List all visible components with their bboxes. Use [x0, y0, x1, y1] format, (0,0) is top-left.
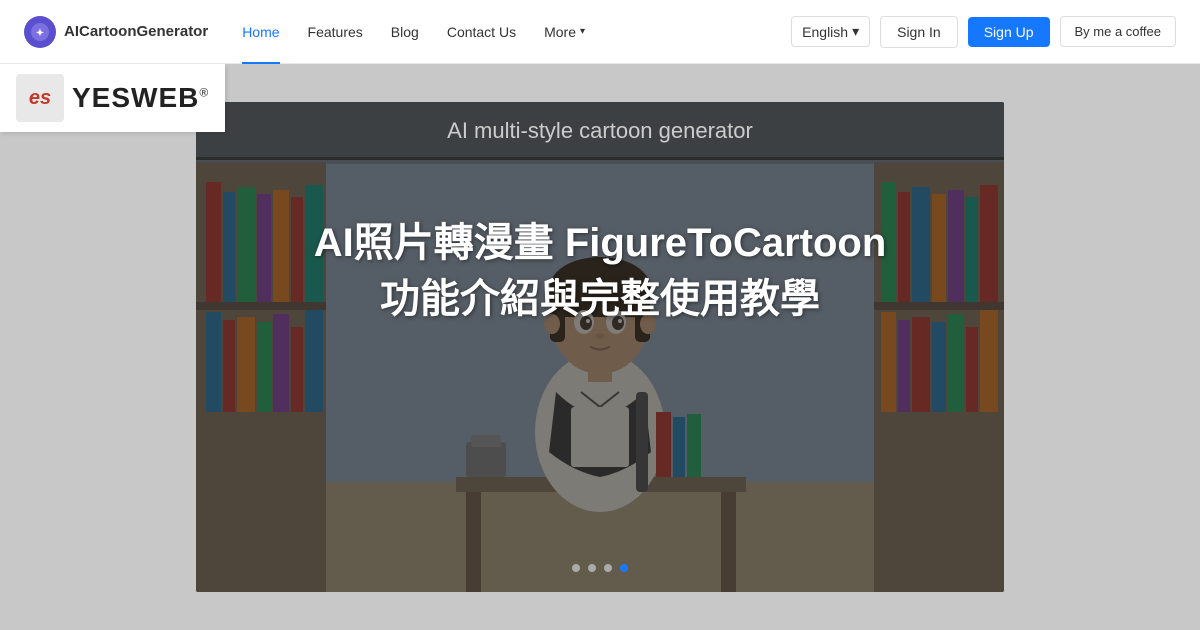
nav-links: Home Features Blog Contact Us More ▾ [228, 0, 791, 64]
navbar: ✦ AICartoonGenerator Home Features Blog … [0, 0, 1200, 64]
carousel-dot-2[interactable] [588, 564, 596, 572]
sign-up-button[interactable]: Sign Up [968, 17, 1050, 47]
sign-in-button[interactable]: Sign In [880, 16, 958, 48]
language-selector[interactable]: English ▾ [791, 16, 870, 47]
carousel-dot-3[interactable] [604, 564, 612, 572]
brand[interactable]: ✦ AICartoonGenerator [24, 16, 208, 48]
yesweb-badge: es YESWEB® [0, 64, 225, 132]
coffee-button[interactable]: By me a coffee [1060, 16, 1176, 47]
more-chevron-icon: ▾ [580, 26, 585, 37]
carousel-dot-1[interactable] [572, 564, 580, 572]
nav-contact-us[interactable]: Contact Us [433, 0, 530, 64]
lang-chevron-icon: ▾ [852, 23, 859, 40]
blog-card-subtitle: AI multi-style cartoon generator [447, 118, 753, 143]
blog-card: AI multi-style cartoon generator AI照片轉漫畫… [196, 102, 1004, 592]
navbar-right: English ▾ Sign In Sign Up By me a coffee [791, 16, 1176, 48]
svg-text:✦: ✦ [36, 28, 44, 39]
blog-title-line2: 功能介紹與完整使用教學 [360, 273, 840, 325]
brand-icon: ✦ [24, 16, 56, 48]
blog-card-overlay: AI照片轉漫畫 FigureToCartoon 功能介紹與完整使用教學 [196, 157, 1004, 592]
blog-title-line1: AI照片轉漫畫 FigureToCartoon [294, 217, 907, 269]
nav-blog[interactable]: Blog [377, 0, 433, 64]
yesweb-name: YESWEB® [72, 82, 209, 114]
nav-home[interactable]: Home [228, 0, 293, 64]
brand-name: AICartoonGenerator [64, 23, 208, 40]
nav-features[interactable]: Features [294, 0, 377, 64]
main-content: AI multi-style cartoon generator AI照片轉漫畫… [0, 64, 1200, 630]
blog-card-header: AI multi-style cartoon generator [196, 102, 1004, 160]
carousel-dot-4[interactable] [620, 564, 628, 572]
nav-more[interactable]: More ▾ [530, 0, 599, 64]
yesweb-logo-icon: es [16, 74, 64, 122]
carousel-dots [196, 564, 1004, 572]
